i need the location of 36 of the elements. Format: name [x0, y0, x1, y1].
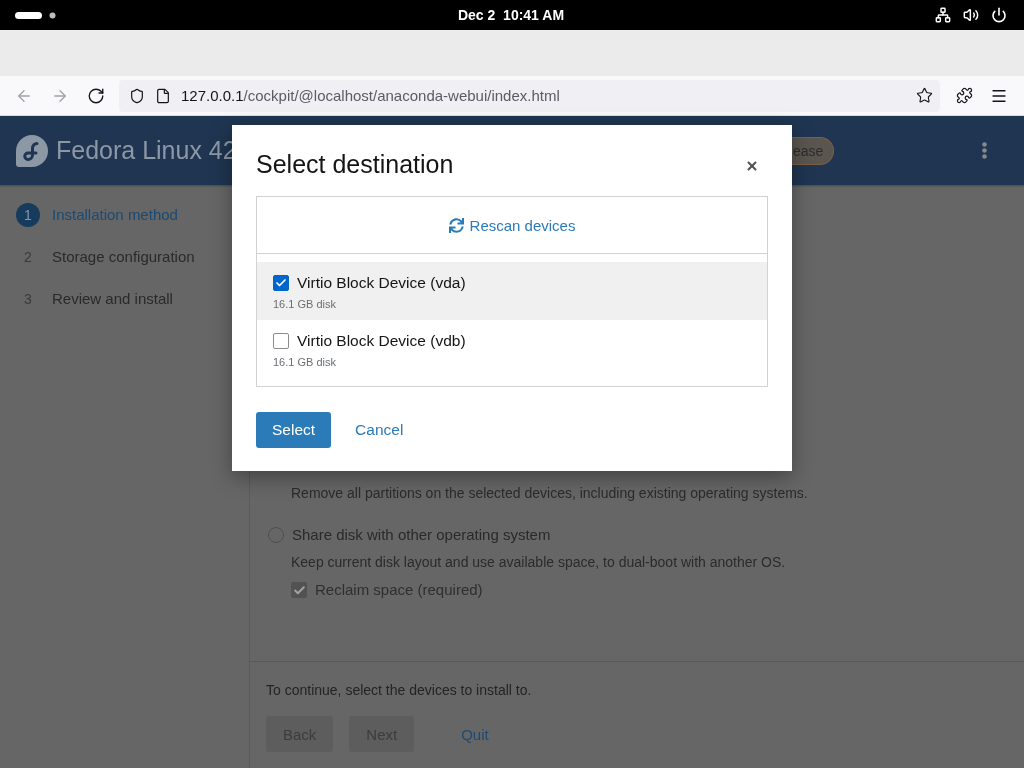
address-bar[interactable]: 127.0.0.1/cockpit/@localhost/anaconda-webui/index.html	[119, 79, 940, 112]
network-icon[interactable]	[935, 7, 951, 23]
close-icon	[745, 159, 759, 173]
option-label: Share disk with other operating system	[292, 525, 551, 545]
step-number: 1	[16, 203, 40, 227]
device-name: Virtio Block Device (vda)	[297, 274, 466, 292]
volume-icon[interactable]	[963, 7, 979, 23]
kebab-icon	[981, 142, 987, 159]
device-row[interactable]: Virtio Block Device (vda) 16.1 GB disk	[257, 262, 767, 320]
workspace-indicator-icon[interactable]	[15, 11, 56, 19]
checkbox[interactable]	[273, 333, 289, 349]
puzzle-icon	[955, 87, 973, 104]
refresh-icon	[448, 217, 464, 233]
option-description: Remove all partitions on the selected devices, including existing operating systems.	[291, 484, 809, 503]
reload-icon	[87, 86, 105, 105]
page-icon[interactable]	[155, 87, 171, 104]
power-icon[interactable]	[991, 7, 1007, 23]
fedora-logo-icon	[16, 134, 48, 167]
shield-icon[interactable]	[129, 87, 145, 104]
clock[interactable]: Dec 2 10:41 AM	[457, 7, 565, 23]
check-icon	[292, 583, 306, 597]
checkbox[interactable]	[273, 275, 289, 291]
check-icon	[275, 277, 287, 289]
dialog-title: Select destination	[256, 149, 454, 179]
footer-hint: To continue, select the devices to install to.	[266, 681, 533, 700]
select-button[interactable]: Select	[256, 412, 332, 448]
option-description: Keep current disk layout and use available space, to dual-boot with another OS.	[291, 553, 787, 572]
url-text: 127.0.0.1/cockpit/@localhost/anaconda-webui/index.html	[181, 87, 560, 104]
checkbox-label: Reclaim space (required)	[315, 580, 483, 600]
device-size: 16.1 GB disk	[273, 297, 336, 311]
rescan-button[interactable]: Rescan devices	[448, 216, 576, 234]
cancel-link[interactable]: Cancel	[339, 412, 420, 448]
wizard-step[interactable]: 1 Installation method	[16, 203, 249, 227]
bookmark-star-icon[interactable]	[916, 87, 933, 104]
device-size: 16.1 GB disk	[273, 355, 336, 369]
device-name: Virtio Block Device (vdb)	[297, 332, 466, 350]
